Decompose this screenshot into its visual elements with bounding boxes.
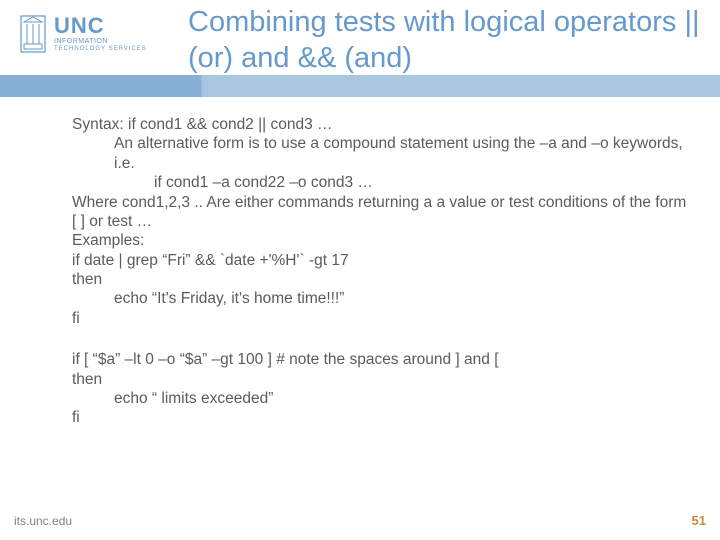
footer-url: its.unc.edu xyxy=(14,514,72,528)
slide-title: Combining tests with logical operators |… xyxy=(188,4,708,77)
body-line: then xyxy=(72,270,690,289)
unc-logo: UNC INFORMATION TECHNOLOGY SERVICES xyxy=(18,14,147,54)
body-line: fi xyxy=(72,309,690,328)
slide-header: UNC INFORMATION TECHNOLOGY SERVICES Comb… xyxy=(0,0,720,95)
body-line: if [ “$a” –lt 0 –o “$a” –gt 100 ] # note… xyxy=(72,350,690,369)
logo-initials: UNC xyxy=(54,15,147,37)
body-line: if cond1 –a cond22 –o cond3 … xyxy=(72,173,690,192)
body-line: Syntax: if cond1 && cond2 || cond3 … xyxy=(72,115,690,134)
body-line: then xyxy=(72,370,690,389)
slide-number: 51 xyxy=(692,513,706,528)
body-line: Where cond1,2,3 .. Are either commands r… xyxy=(72,193,690,232)
logo-line2: TECHNOLOGY SERVICES xyxy=(54,46,147,53)
unc-well-icon xyxy=(18,14,48,54)
header-accent-bar xyxy=(0,75,720,97)
body-line: fi xyxy=(72,408,690,427)
body-line: An alternative form is to use a compound… xyxy=(72,134,690,173)
logo-line1: INFORMATION xyxy=(54,38,147,46)
body-line: echo “It's Friday, it's home time!!!” xyxy=(72,289,690,308)
body-line: if date | grep “Fri” && `date +'%H'` -gt… xyxy=(72,251,690,270)
body-line: Examples: xyxy=(72,231,690,250)
slide-body: Syntax: if cond1 && cond2 || cond3 … An … xyxy=(72,115,690,428)
body-line: echo “ limits exceeded” xyxy=(72,389,690,408)
